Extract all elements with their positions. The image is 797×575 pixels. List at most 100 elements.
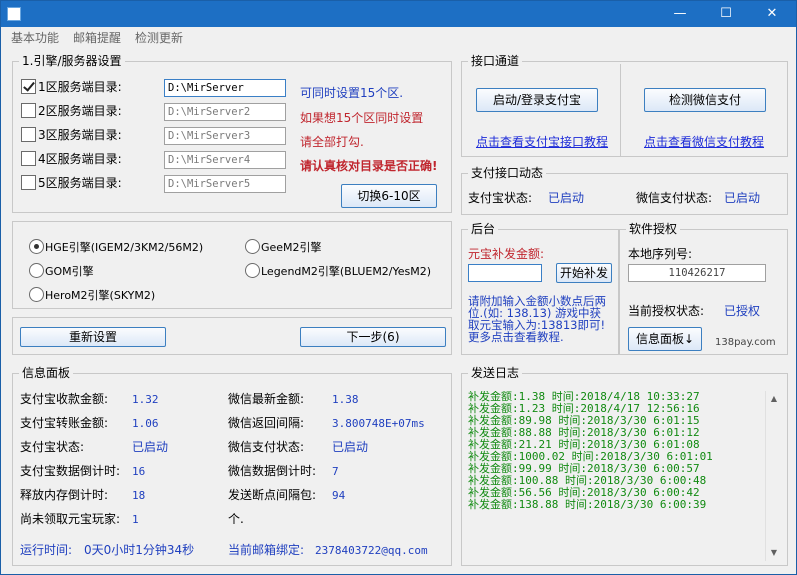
server-2-path-input[interactable]: D:\MirServer2 — [164, 103, 286, 121]
server-1-path-input[interactable]: D:\MirServer — [164, 79, 286, 97]
scroll-up-icon[interactable]: ▲ — [766, 391, 782, 407]
engine-gee-label: GeeM2引擎 — [261, 241, 322, 254]
tip-line-1: 可同时设置15个区. — [300, 86, 404, 100]
server-5-label: 5区服务端目录: — [38, 176, 122, 190]
license-state-label: 当前授权状态: — [628, 304, 705, 318]
engine-settings-title: 1.引擎/服务器设置 — [19, 54, 125, 68]
engine-legend-radio[interactable] — [245, 263, 260, 278]
memory-countdown-label: 释放内存倒计时: — [20, 488, 109, 502]
info-panel: 信息面板 支付宝收款金额: 1.32 支付宝转账金额: 1.06 支付宝状态: … — [12, 366, 452, 566]
server-4-label: 4区服务端目录: — [38, 152, 122, 166]
serial-label: 本地序列号: — [628, 247, 693, 261]
breakpoint-interval-label: 发送断点间隔包: — [228, 488, 317, 502]
wechat-status-label: 微信支付状态: — [228, 440, 305, 454]
engine-hero-radio[interactable] — [29, 287, 44, 302]
memory-countdown-value: 18 — [132, 489, 146, 502]
reissue-amount-label: 元宝补发金额: — [468, 247, 545, 261]
tip-line-3: 请全部打勾. — [300, 135, 364, 149]
info-panel-title: 信息面板 — [19, 366, 74, 380]
main-window: — ☐ ✕ 基本功能 邮箱提醒 检测更新 1.引擎/服务器设置 1区服务端目录:… — [0, 0, 797, 575]
license-title: 软件授权 — [626, 222, 681, 236]
server-2-checkbox[interactable] — [21, 103, 36, 118]
alipay-status-value: 已启动 — [132, 440, 169, 454]
wechat-state-value: 已启动 — [724, 191, 761, 205]
breakpoint-interval-value: 94 — [332, 489, 346, 502]
engine-select-group: HGE引擎(IGEM2/3KM2/56M2) GeeM2引擎 GOM引擎 Leg… — [12, 221, 452, 309]
info-panel-button[interactable]: 信息面板↓ — [628, 327, 702, 351]
engine-hge-radio[interactable] — [29, 239, 44, 254]
engine-hero-label: HeroM2引擎(SKYM2) — [45, 289, 156, 302]
alipay-tutorial-link[interactable]: 点击查看支付宝接口教程 — [476, 135, 608, 149]
maximize-button[interactable]: ☐ — [703, 1, 749, 27]
wechat-state-label: 微信支付状态: — [636, 191, 713, 205]
start-reissue-button[interactable]: 开始补发 — [556, 263, 612, 283]
alipay-login-button[interactable]: 启动/登录支付宝 — [476, 88, 598, 112]
backend-title: 后台 — [468, 222, 499, 236]
app-icon — [7, 7, 21, 21]
alipay-transfer-value: 1.06 — [132, 417, 159, 430]
send-log-title: 发送日志 — [468, 366, 523, 380]
menu-update[interactable]: 检测更新 — [135, 29, 183, 46]
tip-line-4: 请认真核对目录是否正确! — [300, 159, 438, 173]
reissue-amount-input[interactable] — [468, 264, 542, 282]
server-3-label: 3区服务端目录: — [38, 128, 122, 142]
wechat-tutorial-link[interactable]: 点击查看微信支付教程 — [644, 135, 764, 149]
alipay-state-label: 支付宝状态: — [468, 191, 533, 205]
alipay-state-value: 已启动 — [548, 191, 585, 205]
site-label: 138pay.com — [715, 337, 776, 348]
log-line: 补发金额:138.88 时间:2018/3/30 6:00:39 — [468, 498, 707, 511]
server-3-path-input[interactable]: D:\MirServer3 — [164, 127, 286, 145]
server-4-path-input[interactable]: D:\MirServer4 — [164, 151, 286, 169]
channel-group: 接口通道 启动/登录支付宝 检测微信支付 点击查看支付宝接口教程 点击查看微信支… — [461, 54, 788, 157]
send-log-group: 发送日志 补发金额:1.38 时间:2018/4/18 10:33:27 补发金… — [461, 366, 788, 566]
channel-title: 接口通道 — [468, 54, 523, 68]
log-scrollbar[interactable]: ▲ ▼ — [765, 391, 782, 561]
alipay-countdown-label: 支付宝数据倒计时: — [20, 464, 121, 478]
engine-legend-label: LegendM2引擎(BLUEM2/YesM2) — [261, 265, 432, 278]
action-group: 重新设置 下一步(6) — [12, 317, 452, 355]
engine-gom-label: GOM引擎 — [45, 265, 94, 278]
runtime-value: 0天0小时1分钟34秒 — [84, 543, 195, 557]
server-1-label: 1区服务端目录: — [38, 80, 122, 94]
engine-gom-radio[interactable] — [29, 263, 44, 278]
pending-players-value: 1 — [132, 513, 139, 526]
alipay-countdown-value: 16 — [132, 465, 146, 478]
next-step-button[interactable]: 下一步(6) — [300, 327, 446, 347]
scroll-down-icon[interactable]: ▼ — [766, 545, 782, 561]
reissue-note-4: 更多点击查看教程. — [468, 330, 564, 344]
minimize-button[interactable]: — — [657, 1, 703, 27]
alipay-status-label: 支付宝状态: — [20, 440, 85, 454]
engine-gee-radio[interactable] — [245, 239, 260, 254]
email-value: 2378403722@qq.com — [315, 544, 428, 557]
channel-divider — [620, 64, 621, 156]
engine-hge-label: HGE引擎(IGEM2/3KM2/56M2) — [45, 241, 204, 254]
menu-email[interactable]: 邮箱提醒 — [73, 29, 121, 46]
switch-zone-button[interactable]: 切换6-10区 — [341, 184, 437, 208]
wechat-countdown-value: 7 — [332, 465, 339, 478]
title-bar: — ☐ ✕ — [1, 1, 796, 27]
close-button[interactable]: ✕ — [749, 1, 795, 27]
wechat-countdown-label: 微信数据倒计时: — [228, 464, 317, 478]
menu-basic[interactable]: 基本功能 — [11, 29, 59, 46]
server-5-path-input[interactable]: D:\MirServer5 — [164, 175, 286, 193]
server-1-checkbox[interactable] — [21, 79, 36, 94]
server-5-checkbox[interactable] — [21, 175, 36, 190]
reset-button[interactable]: 重新设置 — [20, 327, 166, 347]
engine-settings-group: 1.引擎/服务器设置 1区服务端目录: D:\MirServer 2区服务端目录… — [12, 54, 452, 213]
server-3-checkbox[interactable] — [21, 127, 36, 142]
wechat-amount-label: 微信最新金额: — [228, 392, 305, 406]
payment-status-group: 支付接口动态 支付宝状态: 已启动 微信支付状态: 已启动 — [461, 166, 788, 215]
wechat-amount-value: 1.38 — [332, 393, 359, 406]
license-group: 软件授权 本地序列号: 110426217 当前授权状态: 已授权 信息面板↓ … — [619, 222, 788, 355]
wechat-status-value: 已启动 — [332, 440, 369, 454]
server-2-label: 2区服务端目录: — [38, 104, 122, 118]
email-label: 当前邮箱绑定: — [228, 543, 305, 557]
payment-status-title: 支付接口动态 — [468, 166, 547, 180]
alipay-transfer-label: 支付宝转账金额: — [20, 416, 109, 430]
server-4-checkbox[interactable] — [21, 151, 36, 166]
serial-input[interactable]: 110426217 — [628, 264, 766, 282]
backend-group: 后台 元宝补发金额: 开始补发 请附加输入金额小数点后两 位.(如: 138.1… — [461, 222, 619, 355]
alipay-income-label: 支付宝收款金额: — [20, 392, 109, 406]
breakpoint-unit-label: 个. — [228, 512, 244, 526]
wechat-check-button[interactable]: 检测微信支付 — [644, 88, 766, 112]
